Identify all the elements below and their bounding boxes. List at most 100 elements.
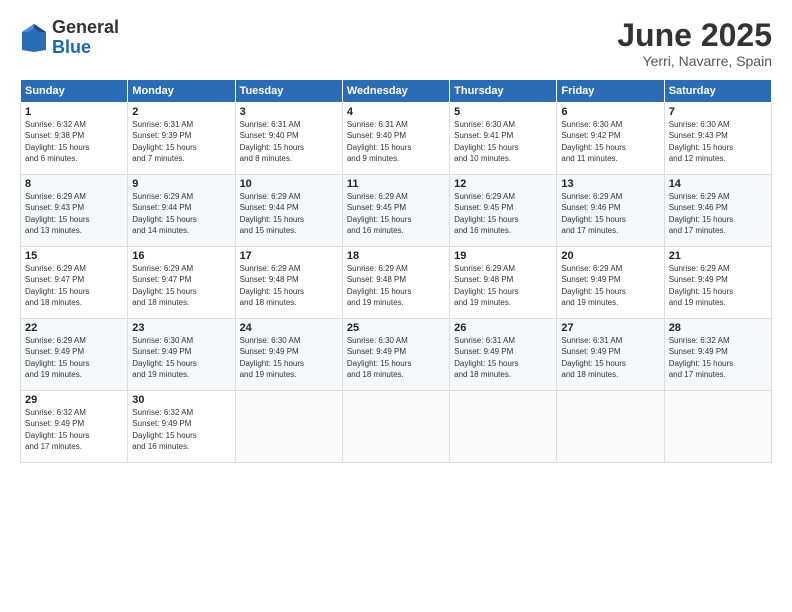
day-number: 27 <box>561 322 659 334</box>
table-row: 1Sunrise: 6:32 AM Sunset: 9:38 PM Daylig… <box>21 103 128 175</box>
table-row <box>450 391 557 463</box>
header-row: Sunday Monday Tuesday Wednesday Thursday… <box>21 80 772 103</box>
day-detail: Sunrise: 6:29 AM Sunset: 9:48 PM Dayligh… <box>347 263 445 308</box>
day-number: 30 <box>132 394 230 406</box>
day-detail: Sunrise: 6:31 AM Sunset: 9:39 PM Dayligh… <box>132 119 230 164</box>
day-detail: Sunrise: 6:31 AM Sunset: 9:49 PM Dayligh… <box>454 335 552 380</box>
day-number: 25 <box>347 322 445 334</box>
calendar-subtitle: Yerri, Navarre, Spain <box>617 53 772 69</box>
table-row: 18Sunrise: 6:29 AM Sunset: 9:48 PM Dayli… <box>342 247 449 319</box>
day-detail: Sunrise: 6:30 AM Sunset: 9:41 PM Dayligh… <box>454 119 552 164</box>
day-number: 4 <box>347 106 445 118</box>
table-row: 2Sunrise: 6:31 AM Sunset: 9:39 PM Daylig… <box>128 103 235 175</box>
table-row: 22Sunrise: 6:29 AM Sunset: 9:49 PM Dayli… <box>21 319 128 391</box>
page: General Blue June 2025 Yerri, Navarre, S… <box>0 0 792 612</box>
day-number: 7 <box>669 106 767 118</box>
calendar-title: June 2025 <box>617 18 772 53</box>
col-saturday: Saturday <box>664 80 771 103</box>
table-row: 16Sunrise: 6:29 AM Sunset: 9:47 PM Dayli… <box>128 247 235 319</box>
day-detail: Sunrise: 6:31 AM Sunset: 9:40 PM Dayligh… <box>240 119 338 164</box>
table-row: 10Sunrise: 6:29 AM Sunset: 9:44 PM Dayli… <box>235 175 342 247</box>
logo-blue-text: Blue <box>52 38 119 58</box>
day-number: 8 <box>25 178 123 190</box>
col-monday: Monday <box>128 80 235 103</box>
table-row <box>664 391 771 463</box>
day-detail: Sunrise: 6:32 AM Sunset: 9:49 PM Dayligh… <box>25 407 123 452</box>
table-row: 21Sunrise: 6:29 AM Sunset: 9:49 PM Dayli… <box>664 247 771 319</box>
day-number: 1 <box>25 106 123 118</box>
table-row: 13Sunrise: 6:29 AM Sunset: 9:46 PM Dayli… <box>557 175 664 247</box>
day-detail: Sunrise: 6:29 AM Sunset: 9:45 PM Dayligh… <box>454 191 552 236</box>
table-row: 26Sunrise: 6:31 AM Sunset: 9:49 PM Dayli… <box>450 319 557 391</box>
calendar-week-row: 1Sunrise: 6:32 AM Sunset: 9:38 PM Daylig… <box>21 103 772 175</box>
day-detail: Sunrise: 6:32 AM Sunset: 9:49 PM Dayligh… <box>669 335 767 380</box>
table-row <box>557 391 664 463</box>
day-detail: Sunrise: 6:32 AM Sunset: 9:49 PM Dayligh… <box>132 407 230 452</box>
table-row: 9Sunrise: 6:29 AM Sunset: 9:44 PM Daylig… <box>128 175 235 247</box>
day-number: 21 <box>669 250 767 262</box>
day-number: 22 <box>25 322 123 334</box>
title-block: June 2025 Yerri, Navarre, Spain <box>617 18 772 69</box>
day-number: 10 <box>240 178 338 190</box>
table-row: 20Sunrise: 6:29 AM Sunset: 9:49 PM Dayli… <box>557 247 664 319</box>
table-row: 4Sunrise: 6:31 AM Sunset: 9:40 PM Daylig… <box>342 103 449 175</box>
table-row: 29Sunrise: 6:32 AM Sunset: 9:49 PM Dayli… <box>21 391 128 463</box>
day-detail: Sunrise: 6:29 AM Sunset: 9:45 PM Dayligh… <box>347 191 445 236</box>
day-detail: Sunrise: 6:30 AM Sunset: 9:43 PM Dayligh… <box>669 119 767 164</box>
table-row: 30Sunrise: 6:32 AM Sunset: 9:49 PM Dayli… <box>128 391 235 463</box>
calendar-week-row: 29Sunrise: 6:32 AM Sunset: 9:49 PM Dayli… <box>21 391 772 463</box>
day-number: 18 <box>347 250 445 262</box>
table-row: 25Sunrise: 6:30 AM Sunset: 9:49 PM Dayli… <box>342 319 449 391</box>
col-thursday: Thursday <box>450 80 557 103</box>
day-number: 24 <box>240 322 338 334</box>
table-row: 24Sunrise: 6:30 AM Sunset: 9:49 PM Dayli… <box>235 319 342 391</box>
table-row: 11Sunrise: 6:29 AM Sunset: 9:45 PM Dayli… <box>342 175 449 247</box>
day-detail: Sunrise: 6:29 AM Sunset: 9:43 PM Dayligh… <box>25 191 123 236</box>
table-row: 17Sunrise: 6:29 AM Sunset: 9:48 PM Dayli… <box>235 247 342 319</box>
logo-general-text: General <box>52 18 119 38</box>
day-number: 3 <box>240 106 338 118</box>
calendar-table: Sunday Monday Tuesday Wednesday Thursday… <box>20 79 772 463</box>
calendar-week-row: 15Sunrise: 6:29 AM Sunset: 9:47 PM Dayli… <box>21 247 772 319</box>
table-row <box>342 391 449 463</box>
day-detail: Sunrise: 6:30 AM Sunset: 9:42 PM Dayligh… <box>561 119 659 164</box>
day-number: 15 <box>25 250 123 262</box>
day-number: 9 <box>132 178 230 190</box>
table-row: 23Sunrise: 6:30 AM Sunset: 9:49 PM Dayli… <box>128 319 235 391</box>
day-number: 14 <box>669 178 767 190</box>
day-detail: Sunrise: 6:29 AM Sunset: 9:49 PM Dayligh… <box>561 263 659 308</box>
col-sunday: Sunday <box>21 80 128 103</box>
day-number: 11 <box>347 178 445 190</box>
day-detail: Sunrise: 6:31 AM Sunset: 9:40 PM Dayligh… <box>347 119 445 164</box>
table-row: 12Sunrise: 6:29 AM Sunset: 9:45 PM Dayli… <box>450 175 557 247</box>
day-detail: Sunrise: 6:30 AM Sunset: 9:49 PM Dayligh… <box>347 335 445 380</box>
day-detail: Sunrise: 6:31 AM Sunset: 9:49 PM Dayligh… <box>561 335 659 380</box>
day-detail: Sunrise: 6:29 AM Sunset: 9:48 PM Dayligh… <box>454 263 552 308</box>
day-number: 17 <box>240 250 338 262</box>
day-number: 28 <box>669 322 767 334</box>
day-detail: Sunrise: 6:29 AM Sunset: 9:46 PM Dayligh… <box>669 191 767 236</box>
day-detail: Sunrise: 6:29 AM Sunset: 9:46 PM Dayligh… <box>561 191 659 236</box>
calendar-week-row: 22Sunrise: 6:29 AM Sunset: 9:49 PM Dayli… <box>21 319 772 391</box>
table-row: 3Sunrise: 6:31 AM Sunset: 9:40 PM Daylig… <box>235 103 342 175</box>
table-row <box>235 391 342 463</box>
calendar-week-row: 8Sunrise: 6:29 AM Sunset: 9:43 PM Daylig… <box>21 175 772 247</box>
day-detail: Sunrise: 6:29 AM Sunset: 9:47 PM Dayligh… <box>132 263 230 308</box>
table-row: 14Sunrise: 6:29 AM Sunset: 9:46 PM Dayli… <box>664 175 771 247</box>
day-detail: Sunrise: 6:29 AM Sunset: 9:49 PM Dayligh… <box>669 263 767 308</box>
col-friday: Friday <box>557 80 664 103</box>
day-detail: Sunrise: 6:29 AM Sunset: 9:44 PM Dayligh… <box>240 191 338 236</box>
table-row: 15Sunrise: 6:29 AM Sunset: 9:47 PM Dayli… <box>21 247 128 319</box>
day-detail: Sunrise: 6:29 AM Sunset: 9:47 PM Dayligh… <box>25 263 123 308</box>
table-row: 5Sunrise: 6:30 AM Sunset: 9:41 PM Daylig… <box>450 103 557 175</box>
day-detail: Sunrise: 6:30 AM Sunset: 9:49 PM Dayligh… <box>240 335 338 380</box>
day-number: 13 <box>561 178 659 190</box>
day-detail: Sunrise: 6:32 AM Sunset: 9:38 PM Dayligh… <box>25 119 123 164</box>
day-number: 23 <box>132 322 230 334</box>
table-row: 7Sunrise: 6:30 AM Sunset: 9:43 PM Daylig… <box>664 103 771 175</box>
day-detail: Sunrise: 6:29 AM Sunset: 9:44 PM Dayligh… <box>132 191 230 236</box>
col-tuesday: Tuesday <box>235 80 342 103</box>
day-number: 12 <box>454 178 552 190</box>
day-number: 20 <box>561 250 659 262</box>
day-detail: Sunrise: 6:30 AM Sunset: 9:49 PM Dayligh… <box>132 335 230 380</box>
